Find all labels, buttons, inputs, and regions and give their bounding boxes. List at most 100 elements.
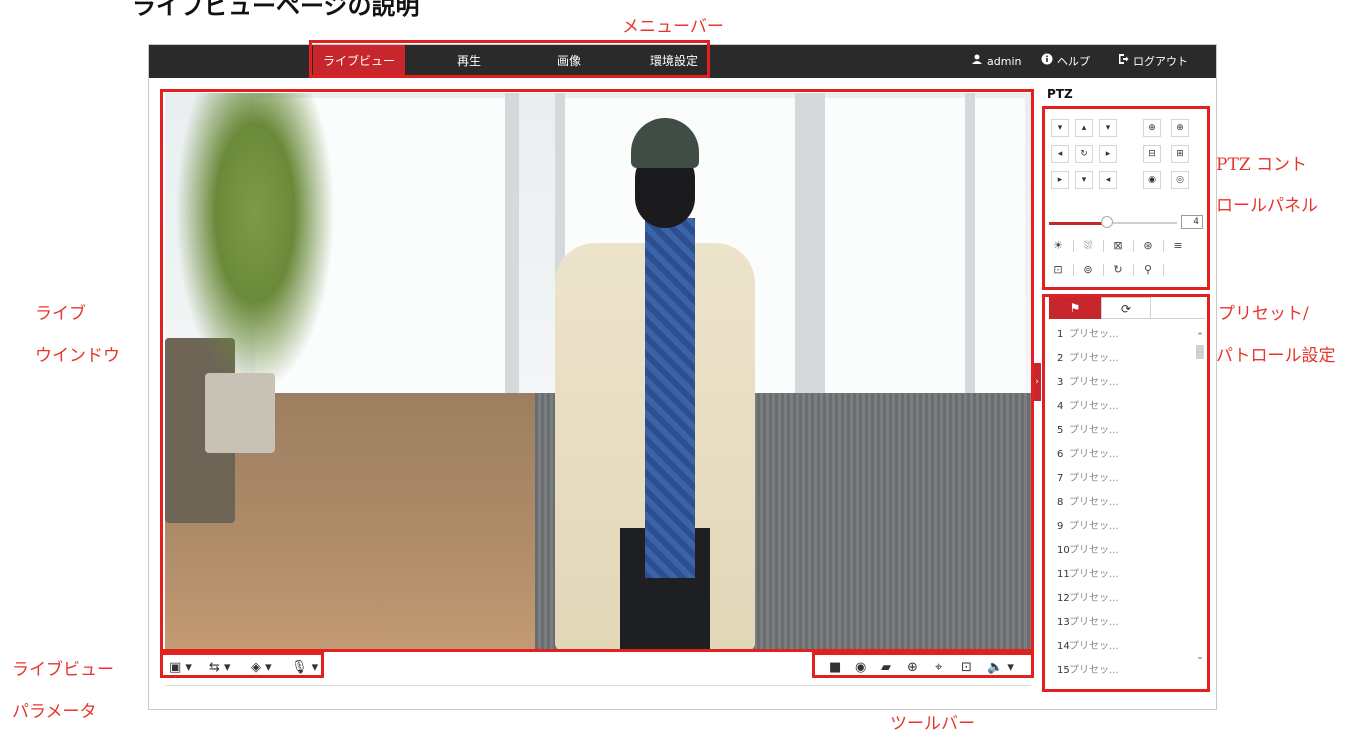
scroll-thumb[interactable] [1196,345,1204,359]
microphone-button[interactable]: 🎙 ▾ [291,659,318,677]
zoom-in-button[interactable]: ⊕ [1143,119,1161,137]
divider [1103,240,1104,252]
preset-list-item[interactable]: 11プリセッ... [1047,563,1193,587]
audio-button[interactable]: 🔈 ▾ [987,659,1014,677]
wiper-icon[interactable]: ⛆ [1079,237,1097,255]
tab-live-view[interactable]: ライブビュー [313,45,405,78]
record-button[interactable]: ▰ [881,659,891,677]
user-menu[interactable]: admin [971,45,1021,78]
focus-near-button[interactable]: ⊟ [1143,145,1161,163]
preset-list-item[interactable]: 2 プリセッ... [1047,347,1193,371]
preset-number: 10 [1057,545,1070,556]
preset-number: 5 [1057,425,1064,436]
live-view-bottom-bar: ▣ ▾ ⇆ ▾ ◈ ▾ 🎙 ▾ ■ ◉ ▰ ⊕ ⌖ ⊡ 🔈 ▾ [165,657,1031,679]
ptz-down-right-button[interactable]: ◂ [1099,171,1117,189]
ptz-up-left-button[interactable]: ▾ [1051,119,1069,137]
manual-track-icon[interactable]: ⊡ [1049,261,1067,279]
preset-number: 3 [1057,377,1064,388]
ptz-left-button[interactable]: ◂ [1051,145,1069,163]
tab-configuration[interactable]: 環境設定 [624,45,724,78]
one-touch-patrol-icon[interactable]: ⚲ [1139,261,1157,279]
ptz-title: PTZ [1047,87,1073,101]
preset-scrollbar[interactable]: ⌃ ⌄ [1195,331,1205,671]
ptz-auto-pan-button[interactable]: ↻ [1075,145,1093,163]
ptz-up-right-button[interactable]: ▾ [1099,119,1117,137]
focus-far-button[interactable]: ⊞ [1171,145,1189,163]
snapshot-icon: ◉ [855,660,867,675]
preset-list-item[interactable]: 4 プリセッ... [1047,395,1193,419]
stream-type-button[interactable]: ⇆ ▾ [209,659,231,677]
refresh-icon: ⟳ [1120,302,1132,316]
help-label: ヘルプ [1057,55,1090,68]
tab-blank [1151,297,1205,319]
menu-bar: ライブビュー 再生 画像 環境設定 admin ヘルプ ログアウト [149,45,1216,78]
preset-list-item[interactable]: 5 プリセッ... [1047,419,1193,443]
video-plant-pot [205,373,275,453]
plugin-button[interactable]: ◈ ▾ [251,659,272,677]
preset-list-item[interactable]: 13プリセッ... [1047,611,1193,635]
zoom-out-button[interactable]: ⊕ [1171,119,1189,137]
annotation-live-window: ライブ [35,304,86,324]
preset-list-item[interactable]: 7 プリセッ... [1047,467,1193,491]
ptz-speed-slider-handle[interactable] [1100,216,1113,228]
preset-list-item[interactable]: 10プリセッ... [1047,539,1193,563]
ptz-down-left-button[interactable]: ▸ [1051,171,1069,189]
live-view-window[interactable] [165,93,1031,651]
preset-name: プリセッ... [1069,641,1119,652]
window-layout-button[interactable]: ▣ ▾ [169,659,192,677]
user-name: admin [987,55,1022,68]
logout-link[interactable]: ログアウト [1117,45,1188,78]
preset-list-item[interactable]: 8 プリセッ... [1047,491,1193,515]
preset-list-item[interactable]: 1 プリセッ... [1047,323,1193,347]
ptz-down-button[interactable]: ▾ [1075,171,1093,189]
snapshot-button[interactable]: ◉ [855,659,866,677]
preset-name: プリセッ... [1069,569,1119,580]
tab-picture[interactable]: 画像 [519,45,619,78]
regional-focus-icon: ⌖ [935,660,943,675]
annotation-preset: プリセット/ [1218,304,1309,324]
light-icon[interactable]: ☀ [1049,237,1067,255]
stop-live-button[interactable]: ■ [829,659,841,677]
lens-init-icon[interactable]: ⊛ [1139,237,1157,255]
annotation-live-params: ライブビュー [12,660,114,680]
ptz-right-button[interactable]: ▸ [1099,145,1117,163]
preset-list-item[interactable]: 9 プリセッ... [1047,515,1193,539]
regional-focus-button[interactable]: ⌖ [935,659,942,677]
tab-patrol[interactable]: ⟳ [1101,297,1151,319]
preset-name: プリセッ... [1069,449,1119,460]
video-plant [175,93,335,393]
ptz-up-button[interactable]: ▴ [1075,119,1093,137]
user-icon [971,45,983,78]
help-link[interactable]: ヘルプ [1041,45,1090,78]
park-icon[interactable]: ↻ [1109,261,1127,279]
annotation-preset-2: パトロール設定 [1216,346,1336,366]
plugin-icon: ◈ [251,660,261,675]
preset-list-item[interactable]: 3 プリセッ... [1047,371,1193,395]
3d-zoom-icon[interactable]: ⊚ [1079,261,1097,279]
iris-close-button[interactable]: ◎ [1171,171,1189,189]
scroll-down-icon[interactable]: ⌄ [1195,651,1205,663]
preset-number: 1 [1057,329,1064,340]
auxiliary-focus-icon[interactable]: ⊠ [1109,237,1127,255]
scroll-up-icon[interactable]: ⌃ [1195,331,1205,343]
preset-list-item[interactable]: 6 プリセッ... [1047,443,1193,467]
iris-open-button[interactable]: ◉ [1143,171,1161,189]
preset-list-item[interactable]: 15プリセッ... [1047,659,1193,683]
annotation-live-window-2: ウインドウ [35,346,120,366]
tab-playback[interactable]: 再生 [419,45,519,78]
video-mannequin-scarf [645,218,695,578]
info-icon [1041,45,1053,78]
digital-zoom-button[interactable]: ⊕ [907,659,918,677]
preset-number: 14 [1057,641,1070,652]
preset-patrol-panel: ⚑ ⟳ 1 プリセッ... 2 プリセッ... 3 プリセッ... 4 プリセッ... 5 プリセ… [1047,297,1207,692]
preset-list-item[interactable]: 12プリセッ... [1047,587,1193,611]
menu-icon[interactable]: ≡ [1169,237,1187,255]
preset-list-item[interactable]: 14プリセッ... [1047,635,1193,659]
flag-icon: ⚑ [1069,301,1081,315]
preset-number: 13 [1057,617,1070,628]
ptz-speed-slider-fill [1049,222,1107,225]
tab-preset[interactable]: ⚑ [1049,297,1101,319]
regional-exposure-button[interactable]: ⊡ [961,659,972,677]
collapse-sidebar-handle[interactable]: › [1033,363,1041,401]
preset-name: プリセッ... [1069,497,1119,508]
